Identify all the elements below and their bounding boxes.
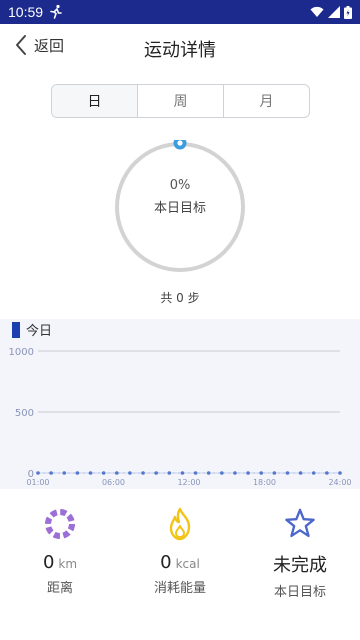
calories-value: 0 <box>160 552 172 573</box>
signal-icon <box>328 6 340 18</box>
data-point <box>49 471 53 475</box>
tab-month[interactable]: 月 <box>224 85 309 117</box>
data-point <box>259 471 264 475</box>
chart-title-marker <box>12 321 20 338</box>
goal-label: 本日目标 <box>273 585 326 600</box>
y-tick-label: 1000 <box>9 347 34 358</box>
battery-icon <box>344 5 352 19</box>
data-point <box>167 471 172 475</box>
status-bar: 10:59 <box>0 0 360 24</box>
flame-icon <box>169 507 191 541</box>
tab-week[interactable]: 周 <box>138 85 224 117</box>
distance-value: 0 <box>42 552 55 573</box>
total-steps: 共 0 步 <box>160 291 200 305</box>
calories-unit: kcal <box>175 557 200 571</box>
data-point <box>206 471 211 475</box>
page-title: 运动详情 <box>144 40 216 61</box>
data-point <box>141 471 145 475</box>
data-point <box>298 471 303 475</box>
data-point <box>114 471 119 475</box>
data-point <box>128 471 132 475</box>
data-point <box>285 471 290 475</box>
stat-distance: 0 km 距离 <box>0 500 120 600</box>
steps-chart: 0500100001:00 06:00 12:00 18:00 24:00 <box>9 347 352 487</box>
data-point <box>233 471 237 475</box>
data-point <box>180 471 185 475</box>
wifi-icon <box>310 6 324 17</box>
distance-ring-icon <box>45 509 75 539</box>
star-icon <box>285 508 315 538</box>
data-point <box>338 471 342 475</box>
data-point <box>88 471 93 475</box>
calories-label: 消耗能量 <box>153 581 206 596</box>
x-tick-label: 01:00 <box>26 478 49 487</box>
data-point <box>36 471 40 475</box>
stat-goal: 未完成 本日目标 <box>240 500 360 600</box>
distance-label: 距离 <box>46 581 73 596</box>
data-point <box>325 471 329 475</box>
goal-status: 未完成 <box>273 555 327 576</box>
data-point <box>220 471 224 475</box>
data-point <box>193 471 198 475</box>
progress-percent: 0% <box>169 178 191 193</box>
chart-title-text: 今日 <box>26 324 53 339</box>
period-tabs: 日 周 月 <box>51 84 310 118</box>
status-time: 10:59 <box>8 4 44 20</box>
progress-ring: 0% 本日目标 <box>113 136 247 274</box>
x-tick-label: 12:00 <box>177 478 200 487</box>
stat-calories: 0 kcal 消耗能量 <box>120 500 240 600</box>
header: 返回 运动详情 <box>0 24 360 70</box>
data-point <box>75 471 80 475</box>
distance-unit: km <box>58 557 78 571</box>
tab-day[interactable]: 日 <box>52 85 138 117</box>
x-tick-label: 24:00 <box>328 478 351 487</box>
data-point <box>101 471 106 475</box>
y-tick-label: 500 <box>15 408 34 419</box>
stats-row: 0 km 距离 0 kcal 消耗能量 未完成 本日目标 <box>0 500 360 600</box>
x-tick-label: 18:00 <box>253 478 276 487</box>
data-point <box>246 471 250 475</box>
progress-label: 本日目标 <box>153 201 206 216</box>
data-point <box>311 471 316 475</box>
running-person-icon <box>50 4 62 19</box>
data-point <box>62 471 67 475</box>
chart-title: 今日 <box>12 320 52 339</box>
data-point <box>154 471 158 475</box>
x-tick-label: 06:00 <box>102 478 125 487</box>
data-point <box>272 471 277 475</box>
